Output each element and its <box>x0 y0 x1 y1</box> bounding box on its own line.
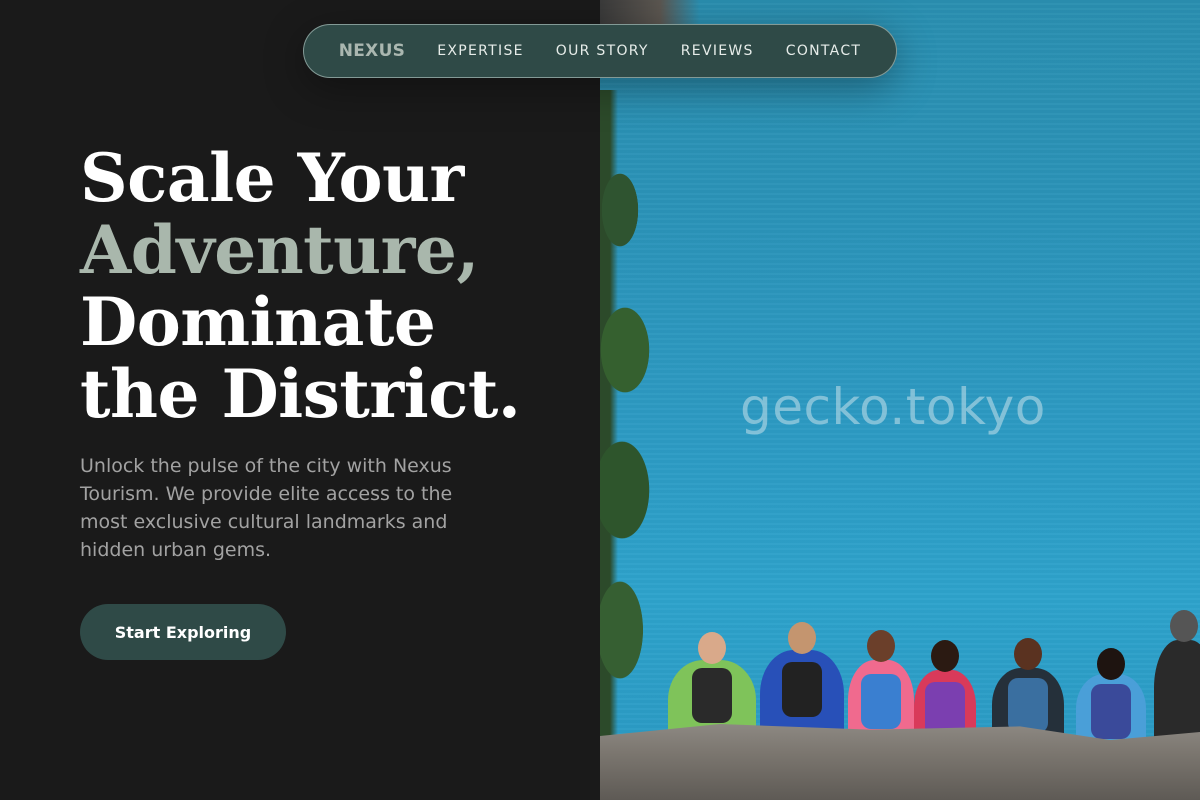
top-navigation: NEXUS EXPERTISE OUR STORY REVIEWS CONTAC… <box>303 24 897 78</box>
start-exploring-button[interactable]: Start Exploring <box>80 604 286 660</box>
pine-tree <box>600 90 670 740</box>
watermark: gecko.tokyo <box>740 378 1046 436</box>
hero-title: Scale Your Adventure, Dominate the Distr… <box>80 142 580 430</box>
nav-link-contact[interactable]: CONTACT <box>786 43 862 59</box>
nav-link-our-story[interactable]: OUR STORY <box>556 43 649 59</box>
hero-title-line-3: Dominate <box>80 283 436 361</box>
hero-subtitle: Unlock the pulse of the city with Nexus … <box>80 455 453 561</box>
hero-title-line-4: the District. <box>80 355 521 433</box>
hero-title-line-1: Scale Your <box>80 139 464 217</box>
brand-logo[interactable]: NEXUS <box>339 41 406 61</box>
hero-title-line-2: Adventure, <box>80 211 479 289</box>
nav-link-expertise[interactable]: EXPERTISE <box>437 43 524 59</box>
nav-link-reviews[interactable]: REVIEWS <box>681 43 754 59</box>
